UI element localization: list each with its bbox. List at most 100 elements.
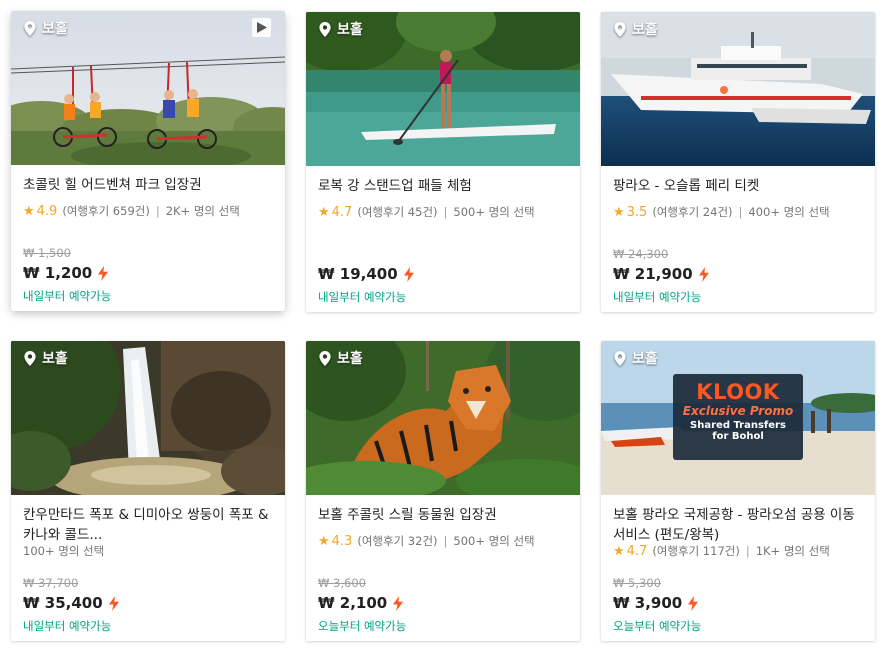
star-icon: ★: [318, 533, 330, 549]
location-label: 보홀: [614, 348, 658, 368]
star-icon: ★: [23, 203, 35, 219]
star-icon: ★: [613, 204, 625, 220]
promo-line-2: for Bohol: [712, 431, 764, 442]
rating-score: 4.7: [331, 204, 353, 220]
location-pin-icon: [319, 350, 331, 366]
review-count: (여행후기 117건): [652, 544, 740, 558]
price: ₩ 2,100: [318, 594, 388, 612]
activity-card[interactable]: 보홀 칸우만타드 폭포 & 디미아오 쌍둥이 폭포 & 카나와 콜드... 10…: [11, 341, 285, 641]
rating-row: ★ 4.7 (여행후기 45건) | 500+ 명의 선택: [318, 204, 572, 220]
location-pin-icon: [319, 21, 331, 37]
separator: |: [738, 205, 743, 219]
price-row: ₩ 3,900: [613, 594, 699, 612]
original-price: ₩ 3,600: [318, 576, 366, 590]
card-title[interactable]: 칸우만타드 폭포 & 디미아오 쌍둥이 폭포 & 카나와 콜드...: [23, 505, 273, 545]
location-pin-icon: [24, 20, 36, 36]
activity-card[interactable]: 보홀 KLOOK Exclusive Promo Shared Transfer…: [601, 341, 875, 641]
separator: |: [443, 534, 448, 548]
rating-row: ★ 3.5 (여행후기 24건) | 400+ 명의 선택: [613, 204, 867, 220]
availability-text: 내일부터 예약가능: [318, 290, 407, 304]
star-icon: ★: [613, 543, 625, 559]
star-icon: ★: [318, 204, 330, 220]
card-title[interactable]: 초콜릿 힐 어드벤쳐 파크 입장권: [23, 175, 273, 195]
promo-banner: KLOOK Exclusive Promo Shared Transfers f…: [673, 374, 803, 460]
card-image[interactable]: 보홀: [11, 11, 285, 165]
instant-confirm-icon: [698, 266, 709, 282]
card-title[interactable]: 보홀 팡라오 국제공항 - 팡라오섬 공용 이동 서비스 (편도/왕복): [613, 505, 863, 545]
booked-count: 100+ 명의 선택: [23, 544, 105, 558]
location-text: 보홀: [42, 351, 68, 367]
promo-line-1: Shared Transfers: [690, 420, 786, 431]
instant-confirm-icon: [393, 595, 404, 611]
location-label: 보홀: [24, 348, 68, 368]
location-pin-icon: [24, 350, 36, 366]
rating-row: 100+ 명의 선택: [23, 543, 277, 559]
location-label: 보홀: [319, 19, 363, 39]
klook-logo: KLOOK: [696, 380, 780, 404]
activity-card[interactable]: 보홀 팡라오 - 오슬롭 페리 티켓 ★ 3.5 (여행후기 24건) | 40…: [601, 12, 875, 312]
rating-score: 4.7: [626, 543, 648, 559]
price: ₩ 21,900: [613, 265, 693, 283]
card-title[interactable]: 보홀 주콜릿 스릴 동물원 입장권: [318, 505, 568, 525]
separator: |: [155, 204, 160, 218]
location-pin-icon: [614, 350, 626, 366]
price-row: ₩ 19,400: [318, 265, 414, 283]
rating-row: ★ 4.9 (여행후기 659건) | 2K+ 명의 선택: [23, 203, 277, 219]
promo-tag: Exclusive Promo: [682, 404, 794, 418]
rating-score: 3.5: [626, 204, 648, 220]
original-price: ₩ 5,300: [613, 576, 661, 590]
activity-card[interactable]: 보홀 보홀 주콜릿 스릴 동물원 입장권 ★ 4.3 (여행후기 32건) | …: [306, 341, 580, 641]
separator: |: [443, 205, 448, 219]
location-text: 보홀: [42, 21, 68, 37]
availability-text: 내일부터 예약가능: [613, 290, 702, 304]
card-image[interactable]: 보홀: [11, 341, 285, 495]
rating-score: 4.3: [331, 533, 353, 549]
location-label: 보홀: [24, 18, 68, 38]
price: ₩ 35,400: [23, 594, 103, 612]
location-text: 보홀: [337, 351, 363, 367]
location-label: 보홀: [614, 19, 658, 39]
price: ₩ 3,900: [613, 594, 683, 612]
activity-card[interactable]: 보홀 로복 강 스탠드업 패들 체험 ★ 4.7 (여행후기 45건) | 50…: [306, 12, 580, 312]
location-label: 보홀: [319, 348, 363, 368]
instant-confirm-icon: [688, 595, 699, 611]
card-image[interactable]: 보홀: [601, 12, 875, 166]
card-title[interactable]: 로복 강 스탠드업 패들 체험: [318, 176, 568, 196]
original-price: ₩ 37,700: [23, 576, 79, 590]
booked-count: 500+ 명의 선택: [453, 534, 535, 548]
booked-count: 1K+ 명의 선택: [755, 544, 830, 558]
video-play-button[interactable]: [252, 18, 271, 37]
rating-row: ★ 4.3 (여행후기 32건) | 500+ 명의 선택: [318, 533, 572, 549]
instant-confirm-icon: [98, 265, 109, 281]
location-pin-icon: [614, 21, 626, 37]
separator: |: [745, 544, 750, 558]
price-row: ₩ 1,200: [23, 264, 109, 282]
card-title[interactable]: 팡라오 - 오슬롭 페리 티켓: [613, 176, 863, 196]
review-count: (여행후기 45건): [357, 205, 438, 219]
activity-card[interactable]: 보홀 초콜릿 힐 어드벤쳐 파크 입장권 ★ 4.9 (여행후기 659건) |…: [11, 11, 285, 311]
price: ₩ 1,200: [23, 264, 93, 282]
booked-count: 500+ 명의 선택: [453, 205, 535, 219]
activity-card-grid: 보홀 초콜릿 힐 어드벤쳐 파크 입장권 ★ 4.9 (여행후기 659건) |…: [0, 0, 889, 656]
availability-text: 오늘부터 예약가능: [613, 619, 702, 633]
review-count: (여행후기 32건): [357, 534, 438, 548]
card-image[interactable]: 보홀: [306, 12, 580, 166]
location-text: 보홀: [337, 22, 363, 38]
availability-text: 오늘부터 예약가능: [318, 619, 407, 633]
card-image[interactable]: 보홀: [306, 341, 580, 495]
rating-score: 4.9: [36, 203, 58, 219]
review-count: (여행후기 659건): [62, 204, 150, 218]
instant-confirm-icon: [108, 595, 119, 611]
price-row: ₩ 2,100: [318, 594, 404, 612]
price-row: ₩ 21,900: [613, 265, 709, 283]
availability-text: 내일부터 예약가능: [23, 289, 112, 303]
availability-text: 내일부터 예약가능: [23, 619, 112, 633]
booked-count: 2K+ 명의 선택: [165, 204, 240, 218]
play-icon: [257, 22, 267, 33]
card-image[interactable]: 보홀 KLOOK Exclusive Promo Shared Transfer…: [601, 341, 875, 495]
instant-confirm-icon: [403, 266, 414, 282]
location-text: 보홀: [632, 22, 658, 38]
review-count: (여행후기 24건): [652, 205, 733, 219]
price: ₩ 19,400: [318, 265, 398, 283]
location-text: 보홀: [632, 351, 658, 367]
